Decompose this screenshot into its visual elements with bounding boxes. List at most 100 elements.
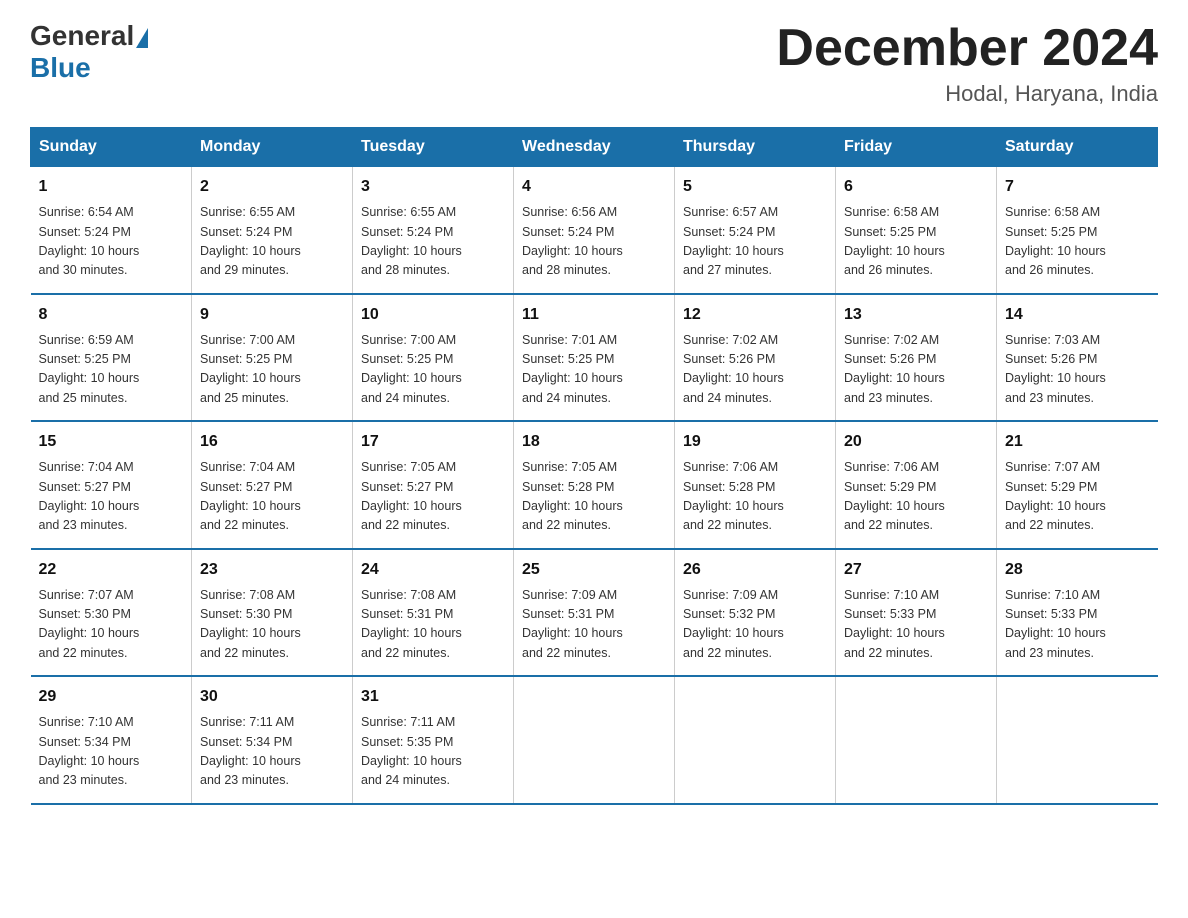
calendar-cell: 13 Sunrise: 7:02 AM Sunset: 5:26 PM Dayli…	[836, 294, 997, 422]
calendar-cell: 6 Sunrise: 6:58 AM Sunset: 5:25 PM Daylig…	[836, 167, 997, 294]
day-number: 9	[200, 303, 344, 327]
day-info: Sunrise: 7:02 AM Sunset: 5:26 PM Dayligh…	[844, 331, 988, 409]
calendar-cell: 11 Sunrise: 7:01 AM Sunset: 5:25 PM Dayli…	[514, 294, 675, 422]
day-number: 26	[683, 558, 827, 582]
week-row-2: 8 Sunrise: 6:59 AM Sunset: 5:25 PM Daylig…	[31, 294, 1158, 422]
calendar-cell: 12 Sunrise: 7:02 AM Sunset: 5:26 PM Dayli…	[675, 294, 836, 422]
calendar-cell: 15 Sunrise: 7:04 AM Sunset: 5:27 PM Dayli…	[31, 421, 192, 549]
day-info: Sunrise: 7:07 AM Sunset: 5:29 PM Dayligh…	[1005, 458, 1150, 536]
calendar-cell: 19Sunrise: 7:06 AM Sunset: 5:28 PM Dayli…	[675, 421, 836, 549]
week-row-4: 22 Sunrise: 7:07 AM Sunset: 5:30 PM Dayli…	[31, 549, 1158, 677]
calendar-cell: 21 Sunrise: 7:07 AM Sunset: 5:29 PM Dayli…	[997, 421, 1158, 549]
month-title: December 2024	[776, 20, 1158, 77]
calendar-cell: 26Sunrise: 7:09 AM Sunset: 5:32 PM Dayli…	[675, 549, 836, 677]
day-info: Sunrise: 7:11 AM Sunset: 5:34 PM Dayligh…	[200, 713, 344, 791]
calendar-table: SundayMondayTuesdayWednesdayThursdayFrid…	[30, 127, 1158, 805]
calendar-cell: 5 Sunrise: 6:57 AM Sunset: 5:24 PM Daylig…	[675, 167, 836, 294]
day-number: 22	[39, 558, 184, 582]
day-info: Sunrise: 6:57 AM Sunset: 5:24 PM Dayligh…	[683, 203, 827, 281]
logo-triangle-icon	[136, 28, 148, 48]
day-number: 3	[361, 175, 505, 199]
calendar-cell: 17 Sunrise: 7:05 AM Sunset: 5:27 PM Dayli…	[353, 421, 514, 549]
day-number: 6	[844, 175, 988, 199]
day-number: 4	[522, 175, 666, 199]
calendar-cell: 4 Sunrise: 6:56 AM Sunset: 5:24 PM Daylig…	[514, 167, 675, 294]
calendar-cell: 18 Sunrise: 7:05 AM Sunset: 5:28 PM Dayli…	[514, 421, 675, 549]
calendar-cell: 10 Sunrise: 7:00 AM Sunset: 5:25 PM Dayli…	[353, 294, 514, 422]
calendar-cell: 25Sunrise: 7:09 AM Sunset: 5:31 PM Dayli…	[514, 549, 675, 677]
day-header-tuesday: Tuesday	[353, 128, 514, 167]
day-info: Sunrise: 7:06 AM Sunset: 5:29 PM Dayligh…	[844, 458, 988, 536]
page-header: General Blue December 2024 Hodal, Haryan…	[30, 20, 1158, 107]
day-header-saturday: Saturday	[997, 128, 1158, 167]
day-info: Sunrise: 7:01 AM Sunset: 5:25 PM Dayligh…	[522, 331, 666, 409]
day-info: Sunrise: 7:10 AM Sunset: 5:33 PM Dayligh…	[1005, 586, 1150, 664]
day-number: 1	[39, 175, 184, 199]
day-number: 10	[361, 303, 505, 327]
day-number: 13	[844, 303, 988, 327]
day-number: 14	[1005, 303, 1150, 327]
day-number: 20	[844, 430, 988, 454]
calendar-cell: 22 Sunrise: 7:07 AM Sunset: 5:30 PM Dayli…	[31, 549, 192, 677]
day-header-thursday: Thursday	[675, 128, 836, 167]
day-header-monday: Monday	[192, 128, 353, 167]
day-number: 15	[39, 430, 184, 454]
day-number: 28	[1005, 558, 1150, 582]
day-info: Sunrise: 7:05 AM Sunset: 5:28 PM Dayligh…	[522, 458, 666, 536]
day-info: Sunrise: 7:10 AM Sunset: 5:33 PM Dayligh…	[844, 586, 988, 664]
day-number: 8	[39, 303, 184, 327]
day-number: 21	[1005, 430, 1150, 454]
day-info: Sunrise: 7:04 AM Sunset: 5:27 PM Dayligh…	[200, 458, 344, 536]
day-info: Sunrise: 6:58 AM Sunset: 5:25 PM Dayligh…	[1005, 203, 1150, 281]
day-info: Sunrise: 7:05 AM Sunset: 5:27 PM Dayligh…	[361, 458, 505, 536]
calendar-cell: 9Sunrise: 7:00 AM Sunset: 5:25 PM Daylig…	[192, 294, 353, 422]
day-info: Sunrise: 7:07 AM Sunset: 5:30 PM Dayligh…	[39, 586, 184, 664]
day-number: 17	[361, 430, 505, 454]
calendar-cell: 14Sunrise: 7:03 AM Sunset: 5:26 PM Dayli…	[997, 294, 1158, 422]
calendar-cell: 2 Sunrise: 6:55 AM Sunset: 5:24 PM Daylig…	[192, 167, 353, 294]
day-number: 30	[200, 685, 344, 709]
calendar-cell: 30 Sunrise: 7:11 AM Sunset: 5:34 PM Dayli…	[192, 676, 353, 804]
week-row-3: 15 Sunrise: 7:04 AM Sunset: 5:27 PM Dayli…	[31, 421, 1158, 549]
location: Hodal, Haryana, India	[776, 81, 1158, 107]
calendar-cell: 29Sunrise: 7:10 AM Sunset: 5:34 PM Dayli…	[31, 676, 192, 804]
day-info: Sunrise: 7:08 AM Sunset: 5:30 PM Dayligh…	[200, 586, 344, 664]
day-info: Sunrise: 7:04 AM Sunset: 5:27 PM Dayligh…	[39, 458, 184, 536]
day-number: 27	[844, 558, 988, 582]
day-number: 11	[522, 303, 666, 327]
day-header-sunday: Sunday	[31, 128, 192, 167]
calendar-cell: 24 Sunrise: 7:08 AM Sunset: 5:31 PM Dayli…	[353, 549, 514, 677]
logo-blue: Blue	[30, 52, 91, 84]
day-info: Sunrise: 7:10 AM Sunset: 5:34 PM Dayligh…	[39, 713, 184, 791]
calendar-cell	[675, 676, 836, 804]
calendar-cell: 3Sunrise: 6:55 AM Sunset: 5:24 PM Daylig…	[353, 167, 514, 294]
day-number: 7	[1005, 175, 1150, 199]
calendar-cell: 27 Sunrise: 7:10 AM Sunset: 5:33 PM Dayli…	[836, 549, 997, 677]
day-number: 18	[522, 430, 666, 454]
day-info: Sunrise: 6:54 AM Sunset: 5:24 PM Dayligh…	[39, 203, 184, 281]
logo-general: General	[30, 20, 134, 52]
day-number: 5	[683, 175, 827, 199]
day-info: Sunrise: 7:09 AM Sunset: 5:31 PM Dayligh…	[522, 586, 666, 664]
day-info: Sunrise: 6:58 AM Sunset: 5:25 PM Dayligh…	[844, 203, 988, 281]
day-number: 24	[361, 558, 505, 582]
day-info: Sunrise: 7:00 AM Sunset: 5:25 PM Dayligh…	[361, 331, 505, 409]
header-row: SundayMondayTuesdayWednesdayThursdayFrid…	[31, 128, 1158, 167]
calendar-cell: 28 Sunrise: 7:10 AM Sunset: 5:33 PM Dayli…	[997, 549, 1158, 677]
day-info: Sunrise: 6:55 AM Sunset: 5:24 PM Dayligh…	[200, 203, 344, 281]
day-info: Sunrise: 7:02 AM Sunset: 5:26 PM Dayligh…	[683, 331, 827, 409]
logo: General Blue	[30, 20, 150, 84]
title-section: December 2024 Hodal, Haryana, India	[776, 20, 1158, 107]
day-header-wednesday: Wednesday	[514, 128, 675, 167]
day-info: Sunrise: 7:06 AM Sunset: 5:28 PM Dayligh…	[683, 458, 827, 536]
week-row-5: 29Sunrise: 7:10 AM Sunset: 5:34 PM Dayli…	[31, 676, 1158, 804]
calendar-cell: 8 Sunrise: 6:59 AM Sunset: 5:25 PM Daylig…	[31, 294, 192, 422]
day-number: 12	[683, 303, 827, 327]
calendar-cell: 1 Sunrise: 6:54 AM Sunset: 5:24 PM Daylig…	[31, 167, 192, 294]
day-info: Sunrise: 6:56 AM Sunset: 5:24 PM Dayligh…	[522, 203, 666, 281]
day-info: Sunrise: 6:59 AM Sunset: 5:25 PM Dayligh…	[39, 331, 184, 409]
day-info: Sunrise: 7:08 AM Sunset: 5:31 PM Dayligh…	[361, 586, 505, 664]
day-number: 2	[200, 175, 344, 199]
day-number: 23	[200, 558, 344, 582]
calendar-cell	[997, 676, 1158, 804]
